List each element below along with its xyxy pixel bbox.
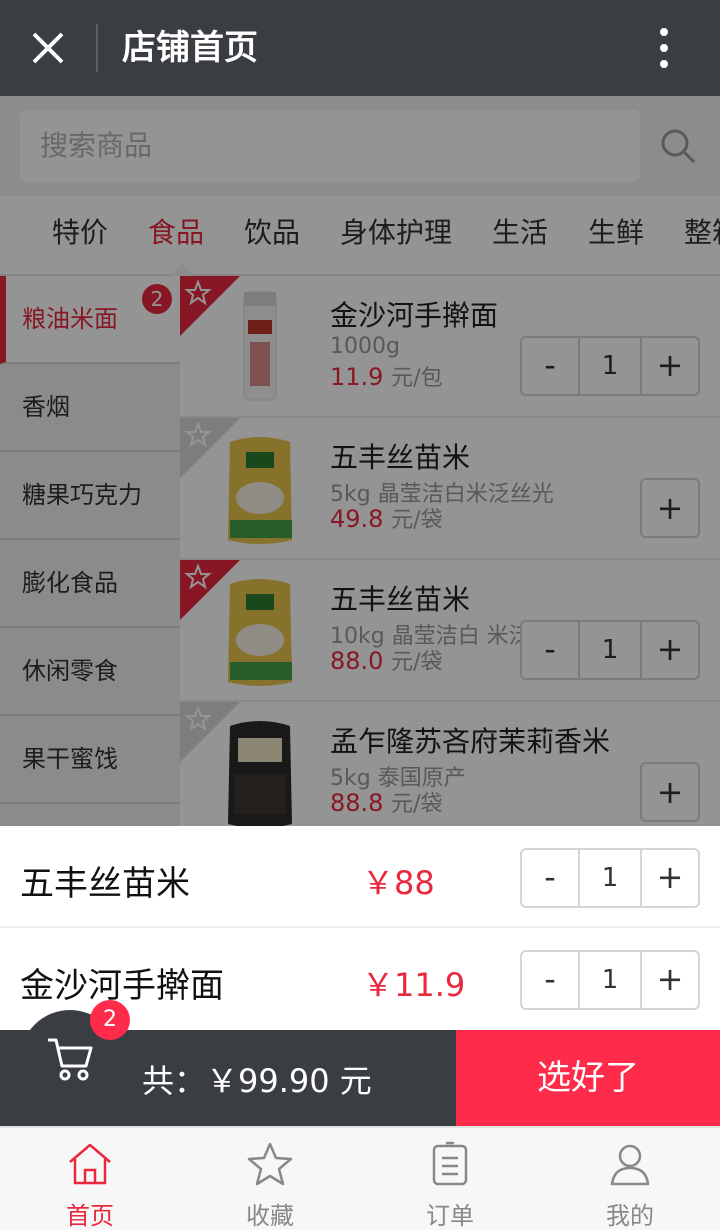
product-price: 88.8 元/袋	[330, 786, 443, 818]
header-divider	[96, 24, 98, 72]
product-image	[228, 721, 292, 826]
increase-button[interactable]: +	[640, 952, 698, 1008]
search-bar: 搜索商品	[0, 96, 720, 196]
sidebar-item-label: 香烟	[22, 393, 70, 421]
cart-item: 五丰丝苗米 ￥88 - 1 +	[0, 826, 720, 928]
quantity-value[interactable]: 1	[580, 850, 640, 906]
header-bar: 店铺首页	[0, 0, 720, 96]
quantity-stepper: - 1 +	[520, 336, 700, 396]
quantity-value[interactable]: 1	[580, 622, 640, 678]
sidebar-item[interactable]: 糖果巧克力	[0, 452, 180, 540]
tab-category[interactable]: 生活	[492, 196, 548, 274]
price-unit: 元/袋	[391, 508, 443, 533]
product-name: 五丰丝苗米	[330, 583, 471, 616]
product-item[interactable]: 五丰丝苗米 5kg 晶莹洁白米泛丝光 49.8 元/袋 +	[180, 418, 720, 560]
decrease-button[interactable]: -	[522, 622, 580, 678]
add-to-cart-button[interactable]: +	[640, 478, 700, 538]
price-unit: 元/袋	[391, 650, 443, 675]
product-item[interactable]: 金沙河手擀面 1000g 11.9 元/包 - 1 +	[180, 276, 720, 418]
category-tabs: 特价 食品 饮品 身体护理 生活 生鲜 整箱	[0, 196, 720, 276]
product-price: 11.9 元/包	[330, 360, 443, 392]
product-name: 孟乍隆苏吝府茉莉香米	[330, 725, 611, 758]
price-value: 88.8	[330, 789, 384, 817]
sidebar-item[interactable]: 休闲零食	[0, 628, 180, 716]
tab-category[interactable]: 饮品	[244, 196, 300, 274]
decrease-button[interactable]: -	[522, 850, 580, 906]
add-to-cart-button[interactable]: +	[640, 762, 700, 822]
sidebar-item-active[interactable]: 粮油米面 2	[0, 276, 180, 364]
tab-category-active[interactable]: 食品	[148, 196, 204, 274]
price-unit: 元/包	[391, 366, 443, 391]
quantity-stepper: - 1 +	[520, 950, 700, 1010]
cart-item-name: 五丰丝苗米	[20, 864, 190, 904]
cart-total: 共：￥99.90 元	[142, 1062, 372, 1100]
home-icon	[69, 1143, 111, 1185]
sidebar-item-label: 糖果巧克力	[22, 481, 142, 509]
product-list: 金沙河手擀面 1000g 11.9 元/包 - 1 + 五丰丝苗米 5kg 晶莹	[180, 276, 720, 826]
sidebar-item[interactable]: 香烟	[0, 364, 180, 452]
star-icon	[247, 1142, 293, 1186]
cart-item-price: ￥11.9	[362, 966, 466, 1004]
product-price: 88.0 元/袋	[330, 644, 443, 676]
sidebar-item-label: 休闲零食	[22, 657, 118, 685]
product-image	[243, 291, 277, 401]
search-input[interactable]: 搜索商品	[20, 110, 640, 182]
product-name: 五丰丝苗米	[330, 441, 471, 474]
cart-item-name: 金沙河手擀面	[20, 966, 224, 1006]
sidebar-badge: 2	[142, 284, 172, 314]
decrease-button[interactable]: -	[522, 952, 580, 1008]
search-icon[interactable]	[658, 126, 698, 166]
sidebar-item[interactable]: 果干蜜饯	[0, 716, 180, 804]
user-icon	[610, 1144, 650, 1186]
increase-button[interactable]: +	[640, 338, 698, 394]
sidebar-item-label: 果干蜜饯	[22, 745, 118, 773]
checkout-button[interactable]: 选好了	[456, 1030, 720, 1126]
shop-content: 搜索商品 特价 食品 饮品 身体护理 生活 生鲜 整箱 粮油米面 2 香烟 糖果…	[0, 96, 720, 826]
product-image	[228, 579, 292, 686]
product-spec: 1000g	[330, 334, 400, 359]
product-item[interactable]: 五丰丝苗米 10kg 晶莹洁白 米泛丝光 88.0 元/袋 - 1 +	[180, 560, 720, 702]
quantity-value[interactable]: 1	[580, 338, 640, 394]
increase-button[interactable]: +	[640, 622, 698, 678]
tab-category[interactable]: 整箱	[684, 196, 720, 274]
price-value: 49.8	[330, 505, 384, 533]
bottom-tab-bar: 首页 收藏 订单 我的	[0, 1126, 720, 1230]
quantity-value[interactable]: 1	[580, 952, 640, 1008]
tab-category[interactable]: 特价	[52, 196, 108, 274]
tab-profile[interactable]: 我的	[540, 1128, 720, 1230]
cart-count-badge: 2	[90, 1000, 130, 1040]
tab-category[interactable]: 生鲜	[588, 196, 644, 274]
more-vertical-icon[interactable]	[640, 22, 688, 74]
order-icon	[432, 1141, 468, 1186]
subcategory-sidebar: 粮油米面 2 香烟 糖果巧克力 膨化食品 休闲零食 果干蜜饯	[0, 276, 180, 826]
cart-icon	[48, 1038, 93, 1081]
page-title: 店铺首页	[122, 28, 258, 68]
quantity-stepper: - 1 +	[520, 620, 700, 680]
decrease-button[interactable]: -	[522, 338, 580, 394]
tab-favorites[interactable]: 收藏	[180, 1128, 360, 1230]
price-value: 88.0	[330, 647, 384, 675]
product-name: 金沙河手擀面	[330, 299, 499, 332]
category-pointer	[170, 264, 194, 276]
cart-item-price: ￥88	[362, 864, 435, 902]
tab-label: 首页	[66, 1202, 114, 1230]
tab-orders[interactable]: 订单	[360, 1128, 540, 1230]
tab-label: 订单	[426, 1202, 474, 1230]
close-icon[interactable]	[22, 22, 74, 74]
product-item[interactable]: 孟乍隆苏吝府茉莉香米 5kg 泰国原产 88.8 元/袋 +	[180, 702, 720, 826]
tab-label: 收藏	[246, 1202, 294, 1230]
tab-category[interactable]: 身体护理	[340, 196, 452, 274]
product-price: 49.8 元/袋	[330, 502, 443, 534]
tab-label: 我的	[606, 1202, 654, 1230]
sidebar-item-label: 粮油米面	[22, 305, 118, 333]
increase-button[interactable]: +	[640, 850, 698, 906]
sidebar-item[interactable]: 膨化食品	[0, 540, 180, 628]
price-unit: 元/袋	[391, 792, 443, 817]
product-image	[228, 437, 292, 544]
quantity-stepper: - 1 +	[520, 848, 700, 908]
tab-home[interactable]: 首页	[0, 1128, 180, 1230]
price-value: 11.9	[330, 363, 384, 391]
sidebar-item-label: 膨化食品	[22, 569, 118, 597]
